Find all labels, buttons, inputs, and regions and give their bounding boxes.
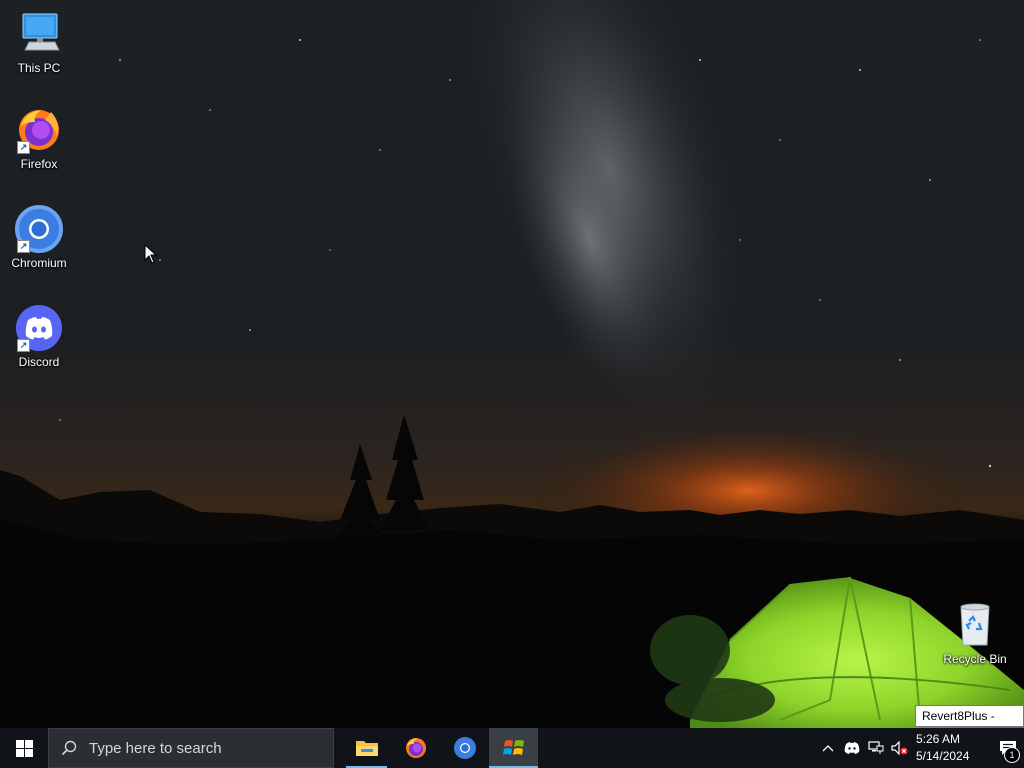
desktop-icon-firefox[interactable]: ↗ Firefox — [3, 106, 75, 171]
search-icon — [49, 740, 89, 756]
discord-tray-icon[interactable] — [840, 728, 864, 768]
desktop-icon-label: Firefox — [20, 157, 58, 171]
desktop-icon-chromium[interactable]: ↗ Chromium — [3, 205, 75, 270]
firefox-icon — [405, 738, 426, 758]
search-placeholder: Type here to search — [89, 739, 222, 757]
chevron-up-icon[interactable] — [816, 728, 840, 768]
taskbar-firefox[interactable] — [391, 728, 440, 768]
shortcut-arrow-icon: ↗ — [17, 339, 30, 352]
taskbar-chromium[interactable] — [440, 728, 489, 768]
desktop-icon-recycle-bin[interactable]: Recycle Bin — [939, 601, 1011, 666]
start-button[interactable] — [0, 728, 48, 768]
windows-flag-icon — [502, 740, 524, 755]
windows-logo-icon — [15, 739, 33, 757]
desktop-wallpaper — [0, 0, 1024, 728]
desktop-icon-label: Recycle Bin — [943, 652, 1007, 666]
tray-tooltip: Revert8Plus - 67% — [915, 705, 1024, 743]
volume-muted-icon[interactable] — [888, 728, 912, 768]
network-icon[interactable] — [864, 728, 888, 768]
clock-time: 5:26 AM — [916, 732, 961, 746]
clock-date: 5/14/2024 — [916, 749, 970, 763]
taskbar-revert8plus[interactable] — [489, 728, 538, 768]
notification-count-badge: 1 — [1004, 747, 1020, 763]
discord-icon: ↗ — [15, 304, 63, 352]
taskbar-pinned-apps — [342, 728, 538, 768]
desktop-icon-label: Discord — [18, 355, 60, 369]
shortcut-arrow-icon: ↗ — [17, 240, 30, 253]
desktop-icon-discord[interactable]: ↗ Discord — [3, 304, 75, 369]
taskbar-search-box[interactable]: Type here to search — [48, 728, 334, 768]
recycle-bin-icon — [951, 601, 999, 649]
chromium-icon — [453, 737, 476, 759]
action-center-button[interactable]: 1 — [992, 728, 1024, 768]
chromium-icon: ↗ — [15, 205, 63, 253]
this-pc-icon — [15, 10, 63, 58]
firefox-icon: ↗ — [15, 106, 63, 154]
desktop-icon-label: Chromium — [11, 256, 67, 270]
desktop-icon-this-pc[interactable]: This PC — [3, 10, 75, 75]
mouse-cursor-icon — [144, 243, 158, 269]
wallpaper-night-sky-tent — [0, 0, 1024, 728]
shortcut-arrow-icon: ↗ — [17, 141, 30, 154]
desktop-icon-label: This PC — [17, 61, 61, 75]
taskbar-clock[interactable]: 5:26 AM 5/14/2024 — [912, 731, 992, 765]
taskbar: Type here to search 5:26 AM 5/14/2024 1 — [0, 728, 1024, 768]
file-explorer-icon — [355, 741, 378, 756]
system-tray: 5:26 AM 5/14/2024 1 — [816, 728, 1024, 768]
taskbar-file-explorer[interactable] — [342, 728, 391, 768]
